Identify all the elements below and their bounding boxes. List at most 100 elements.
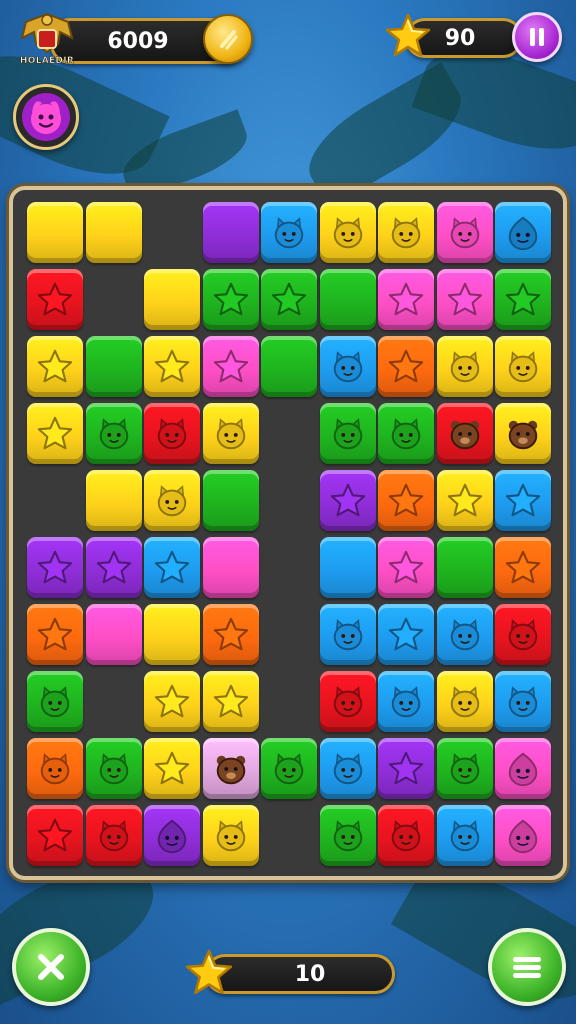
tile-pink-star[interactable]: [378, 537, 434, 598]
tile-blue-cat[interactable]: [319, 738, 376, 799]
tile-orange-star[interactable]: [378, 470, 434, 531]
tile-green-cat[interactable]: [378, 403, 434, 464]
tile-yellow-cat[interactable]: [436, 336, 493, 397]
coin-icon: [220, 30, 238, 50]
tile-pink-plain[interactable]: [202, 537, 259, 598]
tile-red-star[interactable]: [27, 269, 83, 330]
tile-yellow-cat[interactable]: [495, 336, 551, 397]
tile-purple-blob[interactable]: [144, 805, 200, 866]
tile-red-cat[interactable]: [378, 805, 434, 866]
tile-pink-blob[interactable]: [495, 805, 551, 866]
tile-yellow-plain[interactable]: [85, 202, 142, 263]
tile-red-cat[interactable]: [319, 671, 376, 732]
tile-green-cat[interactable]: [319, 403, 376, 464]
hamburger-menu-icon: [513, 957, 541, 978]
tile-green-plain[interactable]: [436, 537, 493, 598]
bear-face-icon: [508, 420, 538, 449]
tile-yellow-bear[interactable]: [495, 403, 551, 464]
collected-stars-value: 10: [294, 961, 326, 987]
tile-blue-star[interactable]: [495, 470, 551, 531]
tile-blue-cat[interactable]: [378, 671, 434, 732]
tile-yellow-star[interactable]: [27, 403, 83, 464]
tile-blue-plain[interactable]: [319, 537, 376, 598]
tile-blue-cat[interactable]: [495, 671, 551, 732]
tile-green-star[interactable]: [202, 269, 259, 330]
menu-button[interactable]: [488, 928, 566, 1006]
tile-orange-star[interactable]: [27, 604, 83, 665]
tile-blue-cat[interactable]: [319, 336, 376, 397]
tile-red-bear[interactable]: [436, 403, 493, 464]
tile-purple-plain[interactable]: [202, 202, 259, 263]
tile-blue-cat[interactable]: [436, 805, 493, 866]
tile-yellow-plain[interactable]: [85, 470, 142, 531]
tile-green-plain[interactable]: [261, 336, 317, 397]
cat-face-icon: [333, 216, 362, 248]
tile-blue-cat[interactable]: [319, 604, 376, 665]
tile-pink-cat[interactable]: [436, 202, 493, 263]
star-icon: [447, 282, 482, 315]
tile-purple-star[interactable]: [85, 537, 142, 598]
tile-orange-star[interactable]: [495, 537, 551, 598]
pause-button[interactable]: [512, 12, 562, 62]
tile-green-star[interactable]: [495, 269, 551, 330]
tile-orange-cat[interactable]: [27, 738, 83, 799]
tile-orange-star[interactable]: [202, 604, 259, 665]
tile-pink-star[interactable]: [436, 269, 493, 330]
tile-green-plain[interactable]: [202, 470, 259, 531]
tile-yellow-star[interactable]: [436, 470, 493, 531]
tile-yellow-star[interactable]: [144, 671, 200, 732]
tile-yellow-cat[interactable]: [436, 671, 493, 732]
tile-blue-blob[interactable]: [495, 202, 551, 263]
coin-button[interactable]: [203, 14, 253, 64]
tile-pink-star[interactable]: [202, 336, 259, 397]
tile-purple-star[interactable]: [319, 470, 376, 531]
tile-green-cat[interactable]: [261, 738, 317, 799]
tile-blue-cat[interactable]: [436, 604, 493, 665]
star-icon: [330, 483, 365, 516]
tile-green-cat[interactable]: [85, 403, 142, 464]
tile-green-cat[interactable]: [85, 738, 142, 799]
cat-face-icon: [99, 417, 128, 449]
tile-orange-star[interactable]: [378, 336, 434, 397]
tile-green-star[interactable]: [261, 269, 317, 330]
tile-yellow-plain[interactable]: [27, 202, 83, 263]
tile-green-plain[interactable]: [319, 269, 376, 330]
tile-red-cat[interactable]: [85, 805, 142, 866]
tile-yellow-cat[interactable]: [378, 202, 434, 263]
tile-blue-cat[interactable]: [261, 202, 317, 263]
cat-face-icon: [391, 685, 421, 717]
tile-yellow-plain[interactable]: [144, 604, 200, 665]
tile-yellow-star[interactable]: [27, 336, 83, 397]
character-avatar-button[interactable]: [13, 84, 79, 150]
tile-blue-star[interactable]: [144, 537, 200, 598]
tile-pink-plain[interactable]: [85, 604, 142, 665]
moves-value: 90: [444, 25, 476, 51]
tile-yellow-cat[interactable]: [202, 805, 259, 866]
tile-yellow-star[interactable]: [202, 671, 259, 732]
tile-yellow-cat[interactable]: [202, 403, 259, 464]
tile-green-plain[interactable]: [85, 336, 142, 397]
bear-face-icon: [216, 755, 245, 784]
tile-purple-star[interactable]: [27, 537, 83, 598]
cat-face-icon: [333, 752, 362, 784]
star-icon: [37, 617, 73, 650]
blob-face-icon: [157, 819, 187, 853]
tile-red-star[interactable]: [27, 805, 83, 866]
cancel-button[interactable]: [12, 928, 90, 1006]
tile-green-cat[interactable]: [436, 738, 493, 799]
cat-face-icon: [157, 417, 187, 449]
tile-yellow-plain[interactable]: [144, 269, 200, 330]
tile-yellow-star[interactable]: [144, 336, 200, 397]
tile-blue-star[interactable]: [378, 604, 434, 665]
tile-purple-star[interactable]: [378, 738, 434, 799]
tile-yellow-cat[interactable]: [319, 202, 376, 263]
tile-pink-star[interactable]: [378, 269, 434, 330]
tile-pink-blob[interactable]: [495, 738, 551, 799]
tile-yellow-star[interactable]: [144, 738, 200, 799]
tile-lilac-bear[interactable]: [202, 738, 259, 799]
tile-green-cat[interactable]: [319, 805, 376, 866]
tile-red-cat[interactable]: [144, 403, 200, 464]
tile-red-cat[interactable]: [495, 604, 551, 665]
tile-yellow-cat[interactable]: [144, 470, 200, 531]
tile-green-cat[interactable]: [27, 671, 83, 732]
